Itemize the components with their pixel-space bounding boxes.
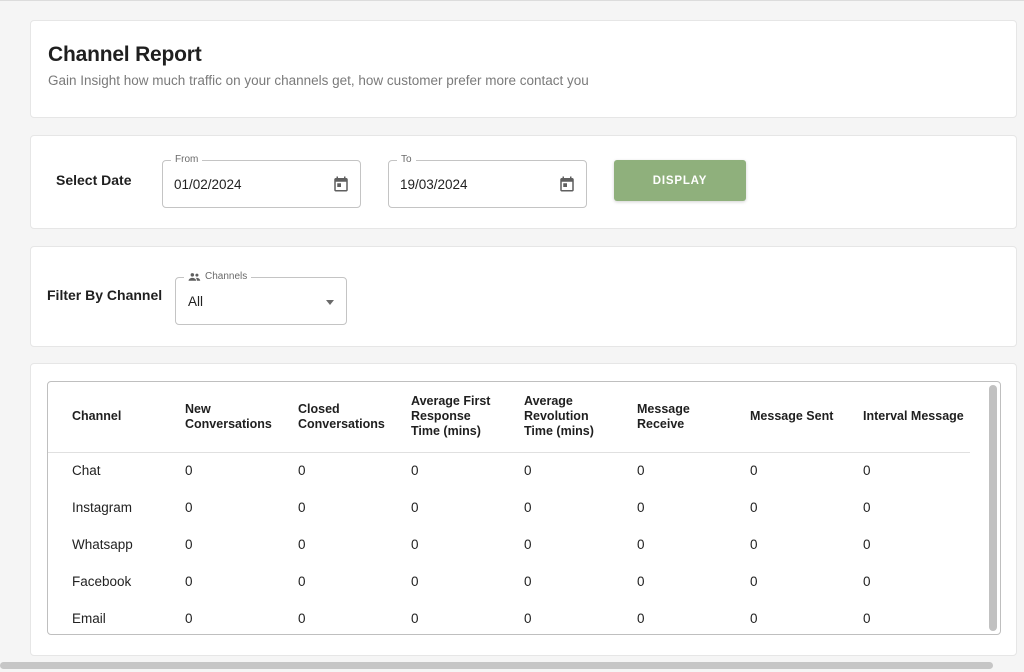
table-cell: 0 bbox=[185, 574, 193, 589]
from-date-field[interactable]: From 01/02/2024 bbox=[162, 154, 361, 208]
table-cell: 0 bbox=[298, 463, 306, 479]
date-filter-card: Select Date From 01/02/2024 To 19/03/202… bbox=[30, 135, 1017, 229]
page-horizontal-scrollbar[interactable] bbox=[0, 662, 993, 669]
channel-select[interactable]: Channels All bbox=[175, 271, 347, 325]
report-table-container: Channel New Conversations Closed Convers… bbox=[47, 381, 1001, 635]
select-date-label: Select Date bbox=[56, 172, 132, 188]
channels-legend-text: Channels bbox=[205, 271, 248, 282]
people-icon bbox=[188, 273, 201, 281]
column-header-message-receive[interactable]: Message Receive bbox=[613, 382, 726, 453]
table-cell: 0 bbox=[185, 463, 193, 479]
table-cell: 0 bbox=[750, 611, 758, 626]
table-cell: 0 bbox=[863, 463, 871, 479]
table-cell: 0 bbox=[298, 500, 306, 515]
table-cell: 0 bbox=[411, 611, 419, 626]
table-cell: 0 bbox=[863, 574, 871, 589]
page-subtitle: Gain Insight how much traffic on your ch… bbox=[48, 73, 589, 88]
table-cell: 0 bbox=[637, 611, 645, 626]
column-header-closed-conversations[interactable]: Closed Conversations bbox=[274, 382, 387, 453]
table-cell: 0 bbox=[524, 611, 532, 626]
to-date-value[interactable]: 19/03/2024 bbox=[400, 177, 468, 192]
from-date-value[interactable]: 01/02/2024 bbox=[174, 177, 242, 192]
table-vertical-scrollbar[interactable] bbox=[989, 385, 997, 631]
table-row: Whatsapp 0 0 0 0 0 0 0 bbox=[48, 526, 970, 563]
column-header-average-first-response-time[interactable]: Average First Response Time (mins) bbox=[387, 382, 500, 453]
calendar-icon[interactable] bbox=[558, 175, 576, 193]
table-cell: 0 bbox=[750, 537, 758, 552]
table-cell: 0 bbox=[863, 537, 871, 552]
table-cell: 0 bbox=[637, 574, 645, 589]
table-cell: Chat bbox=[72, 463, 101, 479]
table-row: Instagram 0 0 0 0 0 0 0 bbox=[48, 489, 970, 526]
table-cell: 0 bbox=[637, 537, 645, 552]
header-card: Channel Report Gain Insight how much tra… bbox=[30, 20, 1017, 118]
calendar-icon[interactable] bbox=[332, 175, 350, 193]
from-date-legend: From bbox=[171, 154, 203, 166]
report-table-card: Channel New Conversations Closed Convers… bbox=[30, 363, 1017, 656]
table-cell: 0 bbox=[298, 537, 306, 552]
display-button[interactable]: DISPLAY bbox=[614, 160, 746, 201]
table-cell: Facebook bbox=[72, 574, 132, 589]
table-cell: 0 bbox=[411, 463, 419, 479]
page-title: Channel Report bbox=[48, 43, 202, 66]
table-cell: 0 bbox=[863, 611, 871, 626]
table-cell: 0 bbox=[524, 500, 532, 515]
table-cell: Whatsapp bbox=[72, 537, 133, 552]
table-cell: 0 bbox=[298, 574, 306, 589]
table-row: Facebook 0 0 0 0 0 0 0 bbox=[48, 563, 970, 600]
to-date-legend: To bbox=[397, 154, 416, 166]
table-cell: 0 bbox=[524, 537, 532, 552]
table-cell: 0 bbox=[637, 500, 645, 515]
chevron-down-icon[interactable] bbox=[326, 300, 334, 305]
column-header-average-revolution-time[interactable]: Average Revolution Time (mins) bbox=[500, 382, 613, 453]
table-cell: 0 bbox=[185, 537, 193, 552]
table-cell: 0 bbox=[411, 537, 419, 552]
column-header-channel[interactable]: Channel bbox=[48, 382, 161, 453]
table-cell: 0 bbox=[298, 611, 306, 626]
table-cell: 0 bbox=[863, 500, 871, 515]
table-cell: 0 bbox=[750, 463, 758, 479]
table-cell: 0 bbox=[750, 574, 758, 589]
table-cell: 0 bbox=[185, 500, 193, 515]
table-cell: Email bbox=[72, 611, 106, 626]
table-cell: Instagram bbox=[72, 500, 133, 515]
table-cell: 0 bbox=[524, 574, 532, 589]
table-row: Email 0 0 0 0 0 0 0 bbox=[48, 600, 970, 634]
table-header-row: Channel New Conversations Closed Convers… bbox=[48, 382, 970, 453]
table-row: Chat 0 0 0 0 0 0 0 bbox=[48, 452, 970, 489]
table-cell: 0 bbox=[411, 500, 419, 515]
channel-filter-card: Filter By Channel Channels All bbox=[30, 246, 1017, 347]
table-cell: 0 bbox=[750, 500, 758, 515]
report-table: Channel New Conversations Closed Convers… bbox=[48, 382, 970, 634]
channels-legend: Channels bbox=[184, 271, 252, 283]
channel-select-value[interactable]: All bbox=[188, 294, 203, 309]
column-header-interval-message[interactable]: Interval Message bbox=[839, 382, 970, 453]
column-header-message-sent[interactable]: Message Sent bbox=[726, 382, 839, 453]
to-date-field[interactable]: To 19/03/2024 bbox=[388, 154, 587, 208]
table-cell: 0 bbox=[524, 463, 532, 479]
table-cell: 0 bbox=[185, 611, 193, 626]
table-cell: 0 bbox=[637, 463, 645, 479]
table-cell: 0 bbox=[411, 574, 419, 589]
top-edge bbox=[0, 0, 1024, 3]
column-header-new-conversations[interactable]: New Conversations bbox=[161, 382, 274, 453]
filter-by-channel-label: Filter By Channel bbox=[47, 287, 163, 303]
